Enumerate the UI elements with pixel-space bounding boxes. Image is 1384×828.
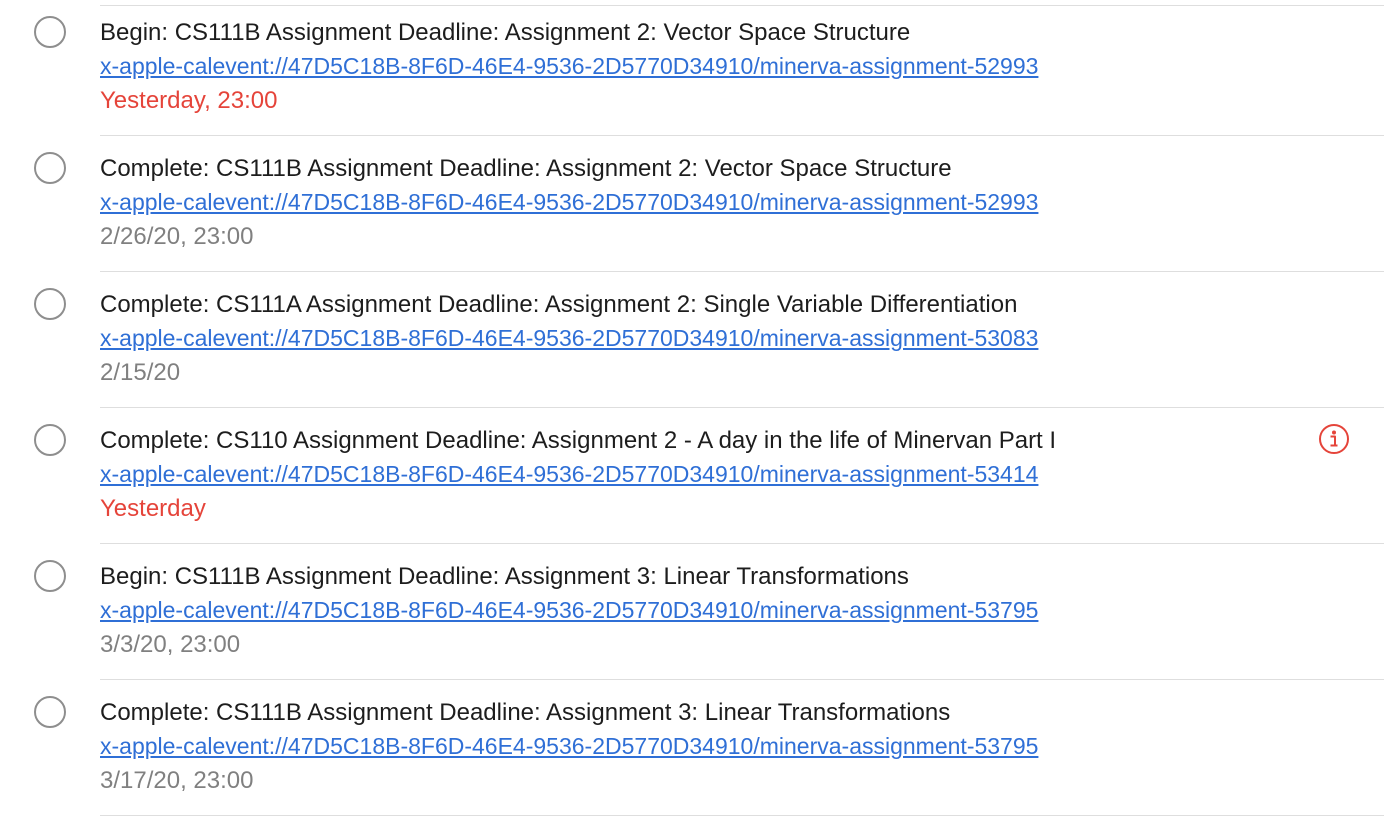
- reminders-list: Begin: CS111B Assignment Deadline: Assig…: [0, 0, 1384, 828]
- complete-checkbox[interactable]: [34, 560, 66, 592]
- complete-checkbox[interactable]: [34, 424, 66, 456]
- reminder-due-date: 3/3/20, 23:00: [100, 631, 241, 658]
- reminder-due-date: Yesterday, 23:00: [100, 87, 278, 114]
- reminder-title[interactable]: Complete: CS111B Assignment Deadline: As…: [100, 699, 950, 727]
- info-icon[interactable]: [1318, 423, 1350, 455]
- info-icon-graphic: [1319, 424, 1349, 454]
- reminder-due-date: 2/15/20: [100, 359, 181, 386]
- reminder-url-link[interactable]: x-apple-calevent://47D5C18B-8F6D-46E4-95…: [100, 461, 1038, 487]
- reminder-row[interactable]: Begin: CS111B Assignment Deadline: Assig…: [0, 0, 1384, 136]
- reminder-title[interactable]: Complete: CS110 Assignment Deadline: Ass…: [100, 427, 1056, 455]
- complete-checkbox[interactable]: [34, 152, 66, 184]
- reminder-title[interactable]: Complete: CS111B Assignment Deadline: As…: [100, 155, 952, 183]
- reminder-row[interactable]: Complete: CS111B Assignment Deadline: As…: [0, 136, 1384, 272]
- reminder-due-date: 2/26/20, 23:00: [100, 223, 254, 250]
- reminder-title[interactable]: Begin: CS111B Assignment Deadline: Assig…: [100, 19, 910, 47]
- reminder-url-link[interactable]: x-apple-calevent://47D5C18B-8F6D-46E4-95…: [100, 189, 1038, 215]
- reminder-title[interactable]: Complete: CS111A Assignment Deadline: As…: [100, 291, 1017, 319]
- reminder-row[interactable]: Begin: CS111B Assignment Deadline: Assig…: [0, 544, 1384, 680]
- reminder-due-date: 3/17/20, 23:00: [100, 767, 254, 794]
- reminder-url-link[interactable]: x-apple-calevent://47D5C18B-8F6D-46E4-95…: [100, 53, 1038, 79]
- reminder-row[interactable]: Complete: CS111B Assignment Deadline: As…: [0, 680, 1384, 816]
- complete-checkbox[interactable]: [34, 288, 66, 320]
- reminder-due-date: Yesterday: [100, 495, 206, 522]
- reminder-url-link[interactable]: x-apple-calevent://47D5C18B-8F6D-46E4-95…: [100, 733, 1038, 759]
- reminder-row[interactable]: Complete: CS111A Assignment Deadline: As…: [0, 272, 1384, 408]
- reminder-title[interactable]: Begin: CS111B Assignment Deadline: Assig…: [100, 563, 909, 591]
- reminder-url-link[interactable]: x-apple-calevent://47D5C18B-8F6D-46E4-95…: [100, 325, 1038, 351]
- reminder-url-link[interactable]: x-apple-calevent://47D5C18B-8F6D-46E4-95…: [100, 597, 1038, 623]
- complete-checkbox[interactable]: [34, 696, 66, 728]
- reminder-row[interactable]: Complete: CS110 Assignment Deadline: Ass…: [0, 408, 1384, 544]
- complete-checkbox[interactable]: [34, 16, 66, 48]
